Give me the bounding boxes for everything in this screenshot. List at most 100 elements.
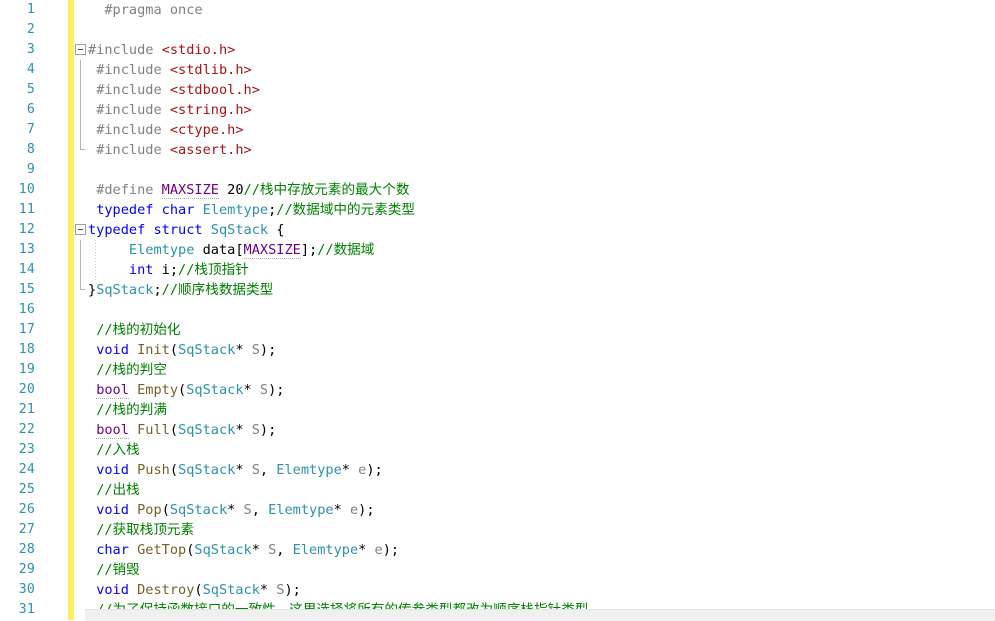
outlining-cell (74, 180, 88, 200)
code-token-punct: ; (366, 502, 375, 518)
code-token-macro-sq: bool (96, 382, 129, 399)
outlining-cell (74, 200, 88, 220)
code-line[interactable] (88, 300, 995, 320)
code-line[interactable]: //栈的判空 (88, 360, 995, 380)
code-token-kw: void (96, 582, 129, 598)
code-token-pp: #include (96, 102, 170, 118)
code-line[interactable]: #pragma once (88, 0, 995, 20)
code-token-kw: typedef (88, 222, 146, 238)
code-line[interactable]: //入栈 (88, 440, 995, 460)
code-line[interactable]: void Destroy(SqStack* S); (88, 580, 995, 600)
code-line[interactable]: void Pop(SqStack* S, Elemtype* e); (88, 500, 995, 520)
code-token-punct: ) (284, 582, 293, 598)
code-token-punct: ) (366, 462, 375, 478)
code-line[interactable]: #include <stdlib.h> (88, 60, 995, 80)
horizontal-scrollbar-thumb[interactable] (85, 611, 995, 620)
code-line[interactable]: //栈的判满 (88, 400, 995, 420)
outlining-cell (74, 460, 88, 480)
code-line[interactable]: int i;//栈顶指针 (88, 260, 995, 280)
line-number: 4 (26, 62, 35, 77)
code-line[interactable]: void Init(SqStack* S); (88, 340, 995, 360)
code-token-type: Elemtype (268, 502, 334, 518)
line-number: 29 (18, 562, 35, 577)
outlining-cell (74, 560, 88, 580)
code-line[interactable]: Elemtype data[MAXSIZE];//数据域 (88, 240, 995, 260)
collapse-minus-icon[interactable] (75, 44, 86, 55)
outlining-cell (74, 60, 88, 80)
code-token-punct: , (276, 542, 293, 558)
code-token-punct: ( (194, 582, 203, 598)
code-line[interactable] (88, 160, 995, 180)
code-line[interactable]: typedef char Elemtype;//数据域中的元素类型 (88, 200, 995, 220)
code-line[interactable]: #include <ctype.h> (88, 120, 995, 140)
code-line[interactable]: #include <assert.h> (88, 140, 995, 160)
horizontal-scrollbar[interactable] (85, 609, 995, 621)
outlining-cell (74, 100, 88, 120)
outlining-cell (74, 380, 88, 400)
outlining-cell (74, 520, 88, 540)
code-token-kw: struct (153, 222, 203, 238)
code-token-punct: ; (309, 242, 318, 258)
line-number: 8 (26, 142, 35, 157)
line-number: 9 (26, 162, 35, 177)
line-number: 1 (26, 2, 35, 17)
code-line[interactable]: //栈的初始化 (88, 320, 995, 340)
outlining-cell (74, 500, 88, 520)
line-number: 7 (26, 122, 35, 137)
code-token-kw: void (96, 462, 129, 478)
code-line[interactable]: bool Full(SqStack* S); (88, 420, 995, 440)
line-number: 15 (18, 282, 35, 297)
outlining-cell (74, 420, 88, 440)
line-number: 20 (18, 382, 35, 397)
line-number: 5 (26, 82, 35, 97)
line-number: 22 (18, 422, 35, 437)
code-token-inc: <stdbool.h> (169, 82, 260, 98)
code-token-punct: ; (153, 282, 162, 298)
code-token-fn: Empty (137, 382, 179, 398)
code-line[interactable]: void Push(SqStack* S, Elemtype* e); (88, 460, 995, 480)
code-line[interactable]: #include <string.h> (88, 100, 995, 120)
code-token-fn: Full (137, 422, 170, 438)
code-line[interactable]: #include <stdbool.h> (88, 80, 995, 100)
code-line[interactable]: #include <stdio.h> (88, 40, 995, 60)
code-line[interactable]: char GetTop(SqStack* S, Elemtype* e); (88, 540, 995, 560)
code-line[interactable]: bool Empty(SqStack* S); (88, 380, 995, 400)
code-line[interactable]: //出栈 (88, 480, 995, 500)
line-number: 3 (26, 42, 35, 57)
code-text-area[interactable]: #pragma once #include <stdio.h> #include… (88, 0, 995, 621)
code-line[interactable]: #define MAXSIZE 20//栈中存放元素的最大个数 (88, 180, 995, 200)
outlining-vertical-line (80, 120, 81, 140)
outlining-cell (74, 360, 88, 380)
code-token-type: SqStack (96, 282, 154, 298)
code-line[interactable]: typedef struct SqStack { (88, 220, 995, 240)
collapse-minus-icon[interactable] (75, 224, 86, 235)
code-editor[interactable]: 1 2 3 4 5 6 7 8 9 10 11 12 13 14 15 16 17 18 19 20 21 22 23 24 2… (0, 0, 995, 621)
outlining-column[interactable] (74, 0, 88, 621)
code-token-pp: #define (96, 182, 162, 198)
code-line[interactable]: //获取栈顶元素 (88, 520, 995, 540)
code-line[interactable] (88, 20, 995, 40)
code-token-punct: , (251, 502, 269, 518)
code-token-var: e (349, 502, 359, 518)
code-line[interactable]: //销毁 (88, 560, 995, 580)
line-number: 12 (18, 222, 35, 237)
code-token-punct: ; (292, 582, 301, 598)
code-token-kw: char (96, 542, 129, 558)
code-line[interactable]: }SqStack;//顺序栈数据类型 (88, 280, 995, 300)
